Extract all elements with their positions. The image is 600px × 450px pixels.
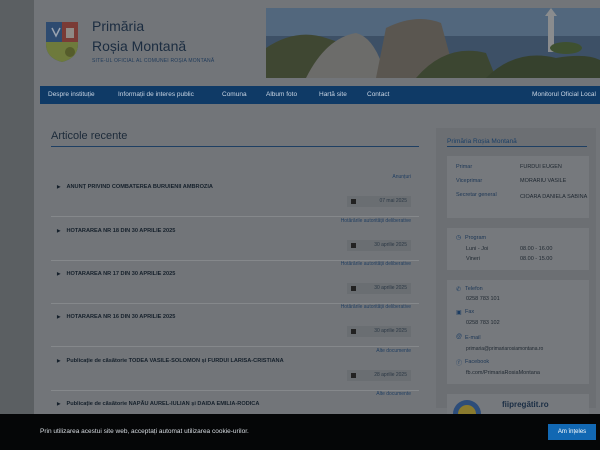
article-category[interactable]: Alte documente <box>376 348 411 354</box>
site-title-line1: Primăria <box>92 18 145 34</box>
cookie-banner: Prin utilizarea acestui site web, accept… <box>0 414 600 450</box>
program-hours: 08.00 - 15.00 <box>520 256 553 262</box>
email-label: E-mail <box>465 335 481 341</box>
official-role: Secretar general <box>456 192 497 198</box>
clock-icon: ◷ <box>456 235 462 241</box>
sidebar-divider <box>447 146 587 147</box>
article-date: 30 aprilie 2025 <box>347 283 411 294</box>
calendar-icon <box>351 199 356 204</box>
email-value[interactable]: primaria@primariarosiamontana.ro <box>466 346 543 352</box>
phone-label: Telefon <box>465 286 483 292</box>
nav-item-harta[interactable]: Hartă site <box>319 91 347 98</box>
facebook-label: Facebook <box>465 359 490 365</box>
nav-item-monitorul[interactable]: Monitorul Oficial Local <box>532 91 596 98</box>
article-date: 30 aprilie 2025 <box>347 326 411 337</box>
recent-articles: Articole recente Anunțuri ANUNȚ PRIVIND … <box>40 118 420 418</box>
program-days: Luni - Joi <box>466 246 489 252</box>
article-divider <box>51 216 419 217</box>
article-category[interactable]: Hotărârile autorității deliberative <box>341 218 411 224</box>
facebook-value[interactable]: fb.com/PrimariaRosiaMontana <box>466 370 540 376</box>
site-subtitle: SITE-UL OFICIAL AL COMUNEI ROȘIA MONTANĂ <box>92 58 215 64</box>
article-title[interactable]: HOTARAREA NR 17 DIN 30 APRILIE 2025 <box>57 271 175 277</box>
calendar-icon <box>351 286 356 291</box>
official-role: Primar <box>456 164 473 170</box>
program-hours: 08.00 - 16.00 <box>520 246 553 252</box>
official-name: CIOARA DANIELA SABINA <box>520 194 588 200</box>
site-title-line2: Roșia Montană <box>92 38 187 54</box>
article-date: 30 aprilie 2025 <box>347 240 411 251</box>
article-title[interactable]: Publicație de căsătorie NAPĂU AUREL-IULI… <box>57 401 259 407</box>
article-title[interactable]: ANUNȚ PRIVIND COMBATEREA BURUIENII AMBRO… <box>57 184 212 190</box>
header-banner-image <box>266 8 600 78</box>
section-title: Articole recente <box>51 130 128 142</box>
article-category[interactable]: Hotărârile autorității deliberative <box>341 261 411 267</box>
fiipregatit-label[interactable]: fiipregătit.ro <box>502 400 549 409</box>
article-category[interactable]: Anunțuri <box>392 174 411 180</box>
article-divider <box>51 346 419 347</box>
article-item[interactable]: Alte documente Publicație de căsătorie T… <box>51 348 419 391</box>
nav-item-comuna[interactable]: Comuna <box>222 91 247 98</box>
phone-value[interactable]: 0258 783 101 <box>466 296 500 302</box>
fax-icon: ▣ <box>456 310 462 316</box>
program-days: Vineri <box>466 256 480 262</box>
site-header: Primăria Roșia Montană SITE-UL OFICIAL A… <box>34 0 600 86</box>
fax-value: 0258 783 102 <box>466 320 500 326</box>
main-navigation: Despre instituție Informații de interes … <box>40 86 600 104</box>
article-date: 28 aprilie 2025 <box>347 370 411 381</box>
facebook-icon: ⓕ <box>456 361 463 367</box>
email-icon: @ <box>456 334 463 340</box>
official-role: Viceprimar <box>456 178 483 184</box>
calendar-icon <box>351 373 356 378</box>
article-category[interactable]: Alte documente <box>376 391 411 397</box>
official-name: FURDUI EUGEN <box>520 164 562 170</box>
article-item[interactable]: Hotărârile autorității deliberative HOTA… <box>51 218 419 261</box>
article-item[interactable]: Hotărârile autorității deliberative HOTA… <box>51 304 419 347</box>
nav-item-contact[interactable]: Contact <box>367 91 389 98</box>
coat-of-arms-icon <box>46 22 78 62</box>
article-title[interactable]: HOTARAREA NR 16 DIN 30 APRILIE 2025 <box>57 314 175 320</box>
site-title[interactable]: Primăria Roșia Montană <box>92 16 186 56</box>
article-title[interactable]: HOTARAREA NR 18 DIN 30 APRILIE 2025 <box>57 228 175 234</box>
calendar-icon <box>351 243 356 248</box>
fiipregatit-logo-icon <box>453 400 481 414</box>
article-item[interactable]: Anunțuri ANUNȚ PRIVIND COMBATEREA BURUIE… <box>51 174 419 217</box>
article-item[interactable]: Hotărârile autorității deliberative HOTA… <box>51 261 419 304</box>
calendar-icon <box>351 329 356 334</box>
nav-item-album[interactable]: Album foto <box>266 91 297 98</box>
nav-item-despre[interactable]: Despre instituție <box>48 91 95 98</box>
phone-icon: ✆ <box>456 287 462 293</box>
official-name: MORARIU VASILE <box>520 178 567 184</box>
article-category[interactable]: Hotărârile autorității deliberative <box>341 304 411 310</box>
nav-item-informatii[interactable]: Informații de interes public <box>118 91 194 98</box>
article-date: 07 mai 2025 <box>347 196 411 207</box>
article-title[interactable]: Publicație de căsătorie TODEA VASILE-SOL… <box>57 358 283 364</box>
cookie-message: Prin utilizarea acestui site web, accept… <box>40 428 249 435</box>
cookie-accept-button[interactable]: Am înțeles <box>548 424 596 440</box>
section-divider <box>51 146 419 147</box>
sidebar-heading: Primăria Roșia Montană <box>447 138 517 145</box>
program-label: Program <box>465 235 487 241</box>
fax-label: Fax <box>465 309 475 315</box>
